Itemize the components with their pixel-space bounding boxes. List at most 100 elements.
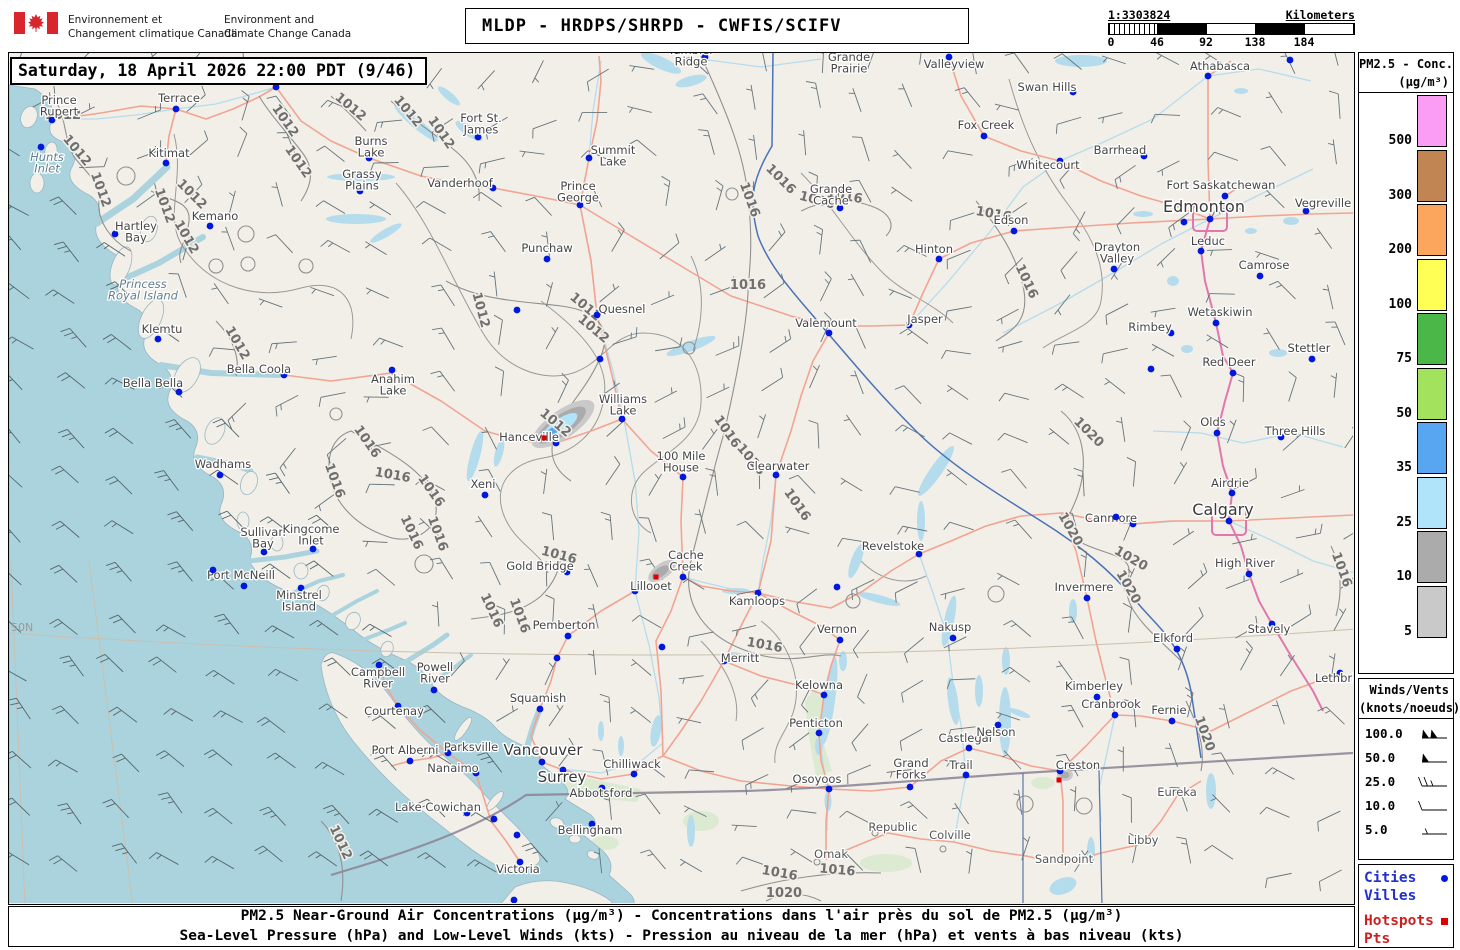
city-dot <box>539 759 546 766</box>
city-label: Xeni <box>471 477 496 491</box>
hotspot <box>542 436 547 441</box>
pm25-legend-row: 35 <box>1359 422 1447 474</box>
product-title-box: MLDP - HRDPS/SHRPD - CWFIS/SCIFV <box>465 8 969 44</box>
city-dot <box>537 706 544 713</box>
city-dot <box>210 567 217 574</box>
city-label: Fort Saskatchewan <box>1167 178 1276 192</box>
city-label: Royal Island <box>108 289 179 303</box>
wind-speed-value: 100.0 <box>1365 726 1403 741</box>
wind-legend: Winds/Vents (knots/noeuds) 100.050.025.0… <box>1358 678 1454 860</box>
city-label: Calgary <box>1192 500 1253 519</box>
city-label: Gold Bridge <box>506 559 574 573</box>
city-label: Bella Bella <box>123 376 183 390</box>
city-label: Prairie <box>831 62 868 76</box>
wind-barb-icon <box>1407 724 1449 742</box>
wind-legend-row: 25.0 <box>1359 769 1453 793</box>
city-label: Bay <box>125 231 147 245</box>
city-dot <box>981 133 988 140</box>
scale-segment <box>1207 24 1256 34</box>
wind-barb-icon <box>1407 796 1449 814</box>
city-label: Athabasca <box>1190 59 1250 73</box>
pm25-color-swatch <box>1417 368 1447 420</box>
scale-segment <box>1158 24 1207 34</box>
pm25-threshold-value: 500 <box>1389 134 1412 147</box>
wind-legend-row: 5.0 <box>1359 817 1453 841</box>
map-scale: 1:3303824 Kilometers 04692138184 <box>1108 8 1355 49</box>
city-label: Vernon <box>817 622 857 636</box>
product-title: MLDP - HRDPS/SHRPD - CWFIS/SCIFV <box>466 16 842 36</box>
city-dot <box>173 106 180 113</box>
scale-segment <box>1109 24 1158 34</box>
city-dot <box>482 492 489 499</box>
pm25-legend-row: 10 <box>1359 531 1447 583</box>
hotspot <box>1057 778 1062 783</box>
city-label: Leduc <box>1191 234 1225 248</box>
city-dot <box>1169 718 1176 725</box>
city-label: Squamish <box>510 691 567 705</box>
pm25-threshold-value: 200 <box>1389 243 1412 256</box>
city-label: Klemtu <box>142 322 183 336</box>
hotspots-label-en: Hotspots <box>1364 912 1434 930</box>
city-label: Lethbridge <box>1315 671 1353 685</box>
city-dot <box>491 816 498 823</box>
pm25-threshold-value: 100 <box>1389 298 1412 311</box>
wind-barb <box>1419 777 1448 786</box>
city-label: Lake <box>358 146 385 160</box>
city-label: Vegreville <box>1295 196 1351 210</box>
city-dot <box>1094 694 1101 701</box>
city-label: Cache <box>813 194 849 208</box>
city-label: Fox Creek <box>958 118 1015 132</box>
city-dot <box>1205 73 1212 80</box>
pm25-threshold-value: 50 <box>1396 407 1412 420</box>
city-dot <box>680 474 687 481</box>
pm25-legend-row: 500 <box>1359 95 1447 147</box>
city-dot <box>1111 266 1118 273</box>
valid-time-text: Saturday, 18 April 2026 22:00 PDT (9/46) <box>18 61 415 80</box>
city-dot <box>1230 370 1237 377</box>
pm25-threshold-value: 300 <box>1389 189 1412 202</box>
wind-legend-row: 100.0 <box>1359 721 1453 745</box>
city-label: Edson <box>994 213 1029 227</box>
city-label: Inlet <box>34 162 60 176</box>
city-dot <box>816 730 823 737</box>
city-label: Clearwater <box>747 459 810 473</box>
city-dot <box>963 772 970 779</box>
hotspots-label-fr: Pts chauds <box>1364 930 1448 950</box>
pm25-threshold-value: 25 <box>1396 516 1412 529</box>
city-label: Elkford <box>1153 631 1193 645</box>
city-label: River <box>420 672 450 686</box>
city-label: Lake <box>600 155 627 169</box>
city-dot <box>1213 320 1220 327</box>
city-label: Osoyoos <box>793 772 842 786</box>
wind-speed-value: 10.0 <box>1365 798 1395 813</box>
isobar-label: 1016 <box>730 278 766 293</box>
graticule-label: 50N <box>11 621 33 634</box>
city-label: Airdrie <box>1211 476 1249 490</box>
pm25-color-swatch <box>1417 313 1447 365</box>
city-dot <box>1198 248 1205 255</box>
city-label: Kelowna <box>795 678 843 692</box>
city-dot <box>1229 490 1236 497</box>
pm25-threshold-value: 75 <box>1396 352 1412 365</box>
city-dot <box>1112 712 1119 719</box>
city-label: Forks <box>896 768 927 782</box>
canada-flag-icon <box>14 12 58 34</box>
city-label: Nelson <box>976 725 1015 739</box>
city-dot <box>1287 57 1294 64</box>
pm25-legend-row: 300 <box>1359 150 1447 202</box>
wind-barb <box>1422 730 1447 739</box>
pm25-legend-title: PM2.5 - Conc. <box>1359 53 1453 71</box>
city-dot <box>837 637 844 644</box>
city-label: Wetaskiwin <box>1187 305 1252 319</box>
city-label: Stettler <box>1288 341 1331 355</box>
us-city-label: Colville <box>929 828 971 842</box>
wind-legend-row: 10.0 <box>1359 793 1453 817</box>
scale-segment <box>1256 24 1305 34</box>
wind-speed-value: 50.0 <box>1365 750 1395 765</box>
city-label: Camrose <box>1239 258 1290 272</box>
city-dot <box>217 472 224 479</box>
city-label: Penticton <box>789 716 843 730</box>
city-label: Parksville <box>444 740 498 754</box>
wind-legend-units: (knots/noeuds) <box>1359 697 1453 715</box>
city-label: Kitimat <box>148 146 190 160</box>
